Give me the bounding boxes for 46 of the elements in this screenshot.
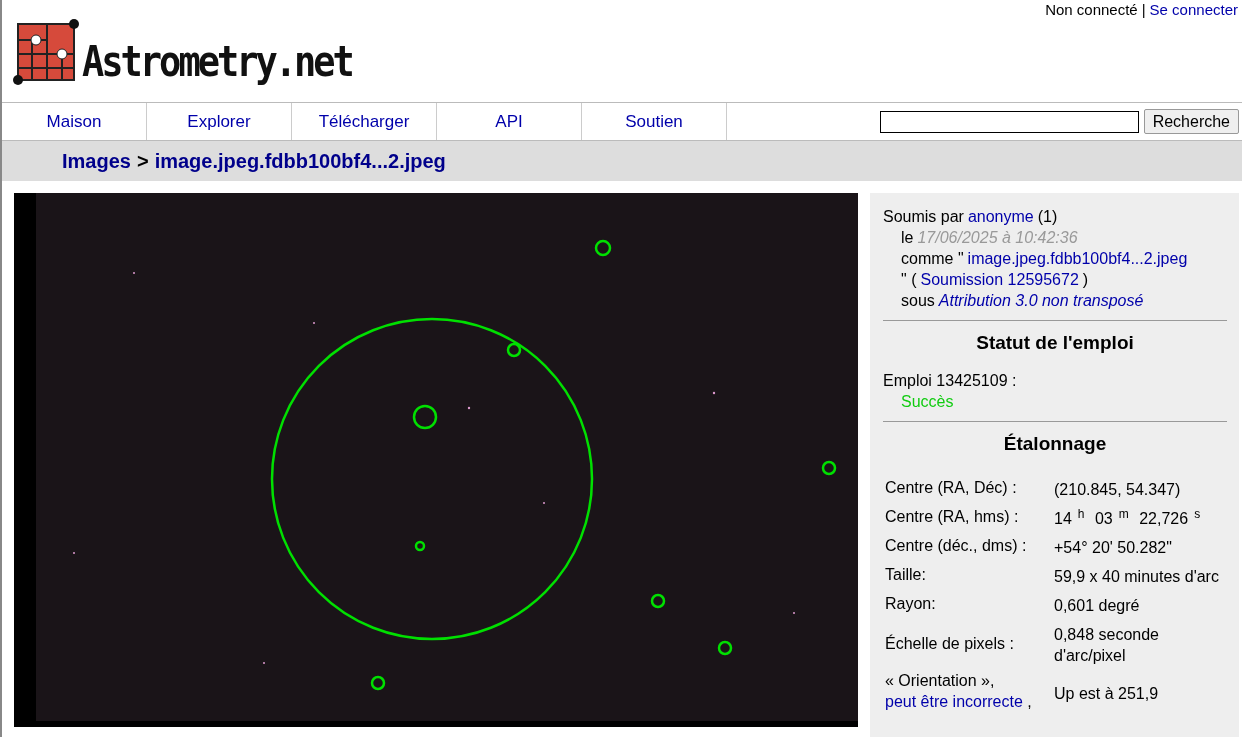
field-label: Centre (RA, hms) : <box>885 508 1019 525</box>
job-label: Emploi 13425109 : <box>883 371 1017 391</box>
field-value: 0,848 seconde d'arc/pixel <box>1054 625 1160 666</box>
separator-text: | <box>1141 1 1146 18</box>
field-label: Centre (RA, Déc) : <box>885 479 1017 496</box>
field-value: 59,9 x 40 minutes d'arc <box>1054 567 1219 587</box>
text-label: Soumis par <box>883 207 964 227</box>
status-text: Succès <box>901 392 954 412</box>
field-value: 0,601 degré <box>1054 596 1140 616</box>
field-value: (210.845, 54.347) <box>1054 480 1181 500</box>
login-link[interactable]: Se connecter <box>1149 1 1238 18</box>
field-value: +54° 20' 50.282" <box>1054 538 1172 558</box>
text-label: comme " <box>901 249 964 269</box>
section-heading: Étalonnage <box>1002 432 1108 456</box>
nav-tab[interactable]: Télécharger <box>292 103 437 140</box>
logo-icon <box>12 16 80 88</box>
nav-tab[interactable]: Soutien <box>582 103 727 140</box>
breadcrumb-link[interactable]: image.jpeg.fdbb100bf4...2.jpeg <box>154 149 446 173</box>
separator-text: > <box>136 149 149 173</box>
text-link[interactable]: peut être incorrecte <box>885 693 1023 710</box>
field-label: Rayon: <box>885 595 936 612</box>
breadcrumb-link[interactable]: Images <box>62 149 131 173</box>
field-label: Échelle de pixels : <box>885 634 1014 652</box>
section-heading: Statut de l'emploi <box>975 331 1135 355</box>
text-label: le <box>901 228 914 248</box>
nav-tab[interactable]: Maison <box>2 103 147 140</box>
text-link[interactable]: Soumission 12595672 <box>920 269 1079 290</box>
field-label: Centre (déc., dms) : <box>885 537 1027 554</box>
field-value: 14$^{h}$ 03$^{m}$ 22,726$^{s}$ <box>1054 505 1202 529</box>
search-button[interactable]: Recherche <box>1143 109 1239 134</box>
text-label: " ( <box>901 270 917 290</box>
text-link[interactable]: image.jpeg.fdbb100bf4...2.jpeg <box>967 248 1188 269</box>
text-label: (1) <box>1037 207 1058 227</box>
field-value: Up est à 251,9 <box>1054 683 1159 704</box>
field-label: Taille: <box>885 566 926 583</box>
field-label: « Orientation », peut être incorrecte , <box>885 672 1032 710</box>
text-label: sous <box>901 291 935 311</box>
nav-tab[interactable]: Explorer <box>147 103 292 140</box>
text-link[interactable]: anonyme <box>967 206 1034 227</box>
logo-text[interactable]: Astrometry.net <box>82 40 352 83</box>
text-label: ) <box>1082 270 1089 290</box>
nav-tab[interactable]: API <box>437 103 582 140</box>
search-field[interactable] <box>879 110 1139 133</box>
login-status: Non connecté <box>1045 1 1138 18</box>
license-link[interactable]: Attribution 3.0 non transposé <box>938 290 1144 311</box>
date-text: 17/06/2025 à 10:42:36 <box>917 228 1078 248</box>
